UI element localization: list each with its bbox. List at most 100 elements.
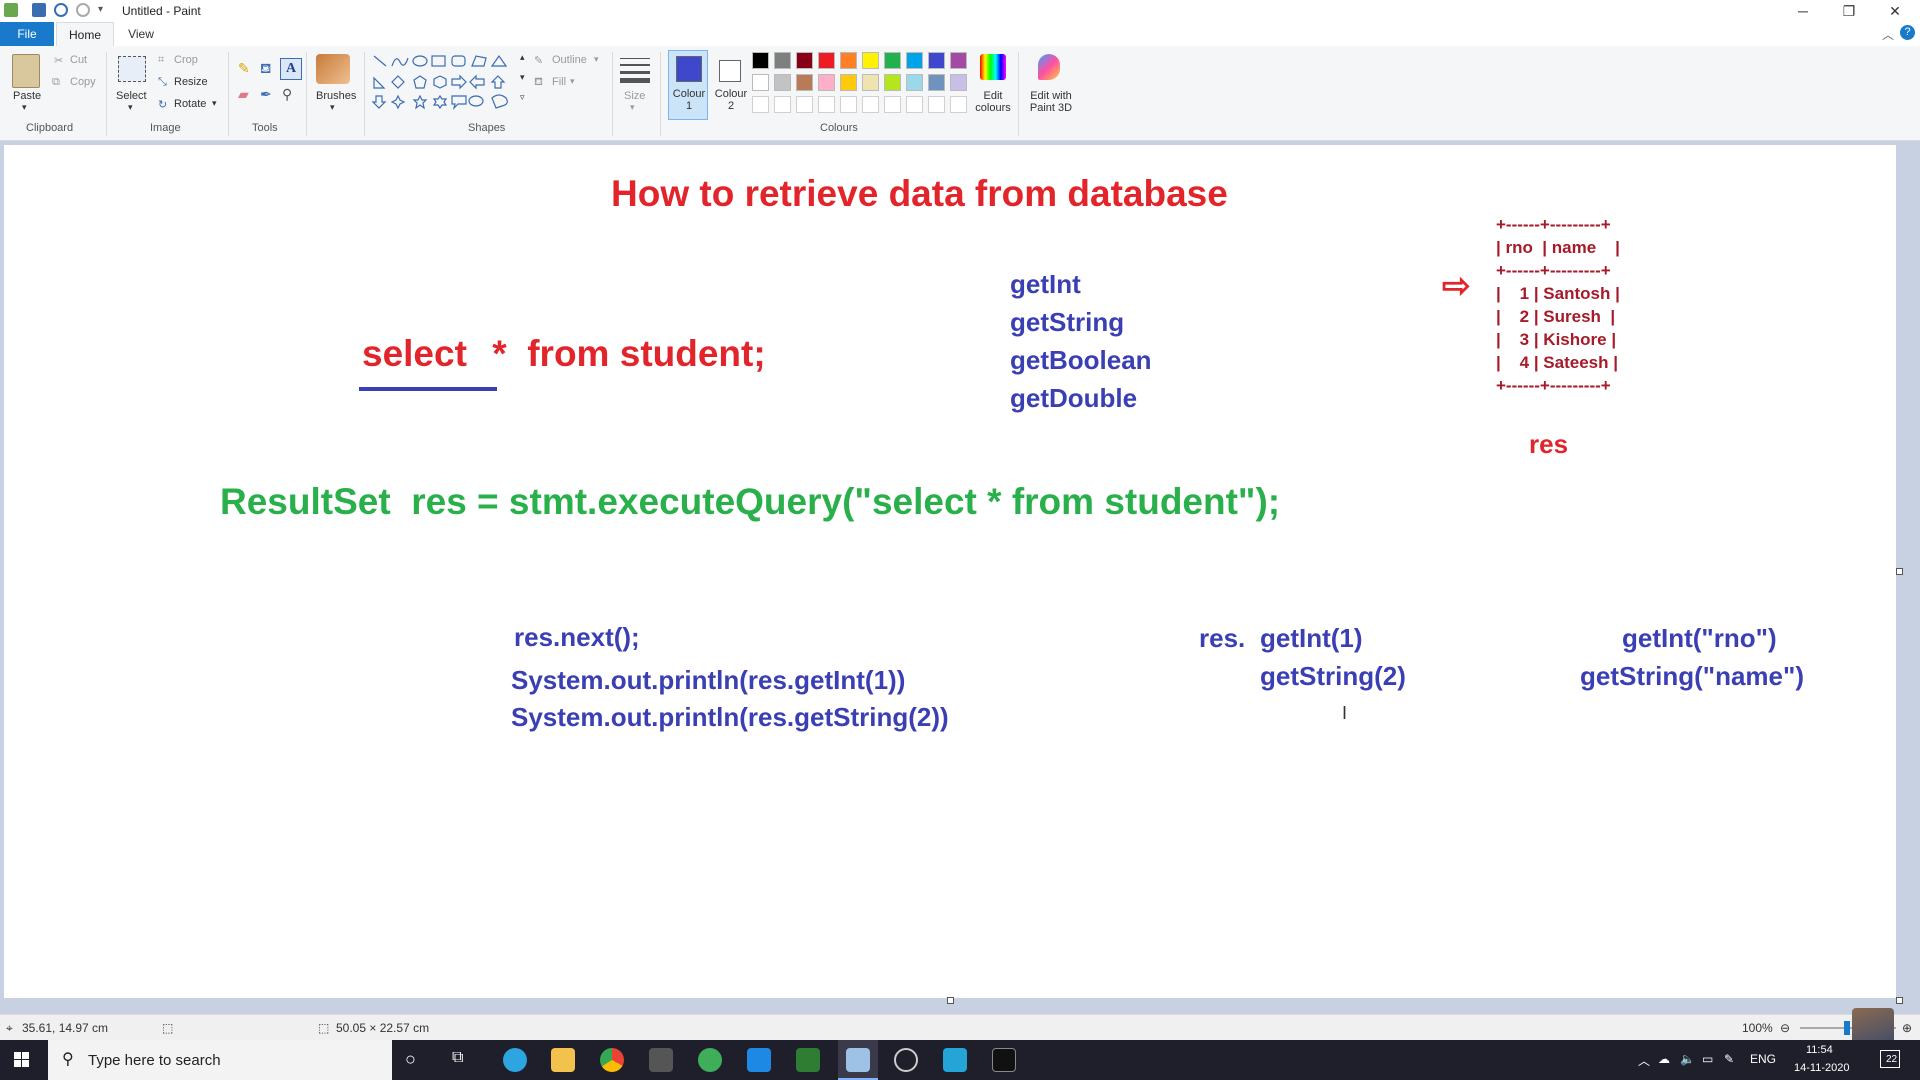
brushes-button[interactable]: Brushes	[316, 90, 356, 102]
palette-swatch[interactable]	[862, 52, 879, 69]
chrome-icon[interactable]	[600, 1048, 624, 1072]
redo-icon[interactable]	[76, 3, 90, 17]
brushes-icon[interactable]	[316, 54, 350, 84]
palette-swatch[interactable]	[862, 74, 879, 91]
empty-palette-swatch[interactable]	[818, 96, 835, 113]
cut-button[interactable]: Cut	[70, 54, 87, 66]
palette-swatch[interactable]	[906, 52, 923, 69]
canvas-resize-handle[interactable]	[1896, 568, 1903, 575]
cortana-icon[interactable]: ○	[405, 1049, 416, 1070]
windows-start-icon[interactable]	[14, 1052, 30, 1068]
select-icon[interactable]	[118, 56, 146, 82]
undo-icon[interactable]	[54, 3, 68, 17]
select-button[interactable]: Select	[116, 90, 147, 102]
palette-swatch[interactable]	[928, 52, 945, 69]
palette-swatch[interactable]	[906, 74, 923, 91]
volume-icon[interactable]: 🔈	[1680, 1052, 1695, 1066]
empty-palette-swatch[interactable]	[796, 96, 813, 113]
palette-swatch[interactable]	[818, 74, 835, 91]
empty-palette-swatch[interactable]	[862, 96, 879, 113]
empty-palette-swatch[interactable]	[840, 96, 857, 113]
minimize-button[interactable]: ─	[1780, 0, 1826, 22]
rotate-dropdown-icon[interactable]: ▾	[212, 98, 217, 109]
zoom-slider-thumb[interactable]	[1844, 1021, 1850, 1035]
select-dropdown-icon[interactable]: ▾	[128, 102, 133, 113]
zoom-in-button[interactable]: ⊕	[1902, 1021, 1912, 1035]
telegram-icon[interactable]	[503, 1048, 527, 1072]
palette-swatch[interactable]	[928, 74, 945, 91]
tab-file[interactable]: File	[0, 22, 54, 46]
palette-swatch[interactable]	[950, 74, 967, 91]
terminal-icon[interactable]	[992, 1048, 1016, 1072]
palette-swatch[interactable]	[818, 52, 835, 69]
paint3d-icon[interactable]	[1038, 54, 1060, 80]
obs-icon[interactable]	[894, 1048, 918, 1072]
palette-swatch[interactable]	[774, 52, 791, 69]
clock-time[interactable]: 11:54	[1806, 1044, 1833, 1056]
empty-palette-swatch[interactable]	[774, 96, 791, 113]
fill-dropdown-icon[interactable]: ▾	[570, 76, 575, 87]
app-icon[interactable]	[943, 1048, 967, 1072]
shapes-gallery-icon[interactable]	[372, 54, 522, 114]
tray-overflow-icon[interactable]: ︿	[1638, 1052, 1650, 1069]
size-dropdown-icon[interactable]: ▾	[630, 102, 635, 113]
palette-swatch[interactable]	[796, 52, 813, 69]
paste-icon[interactable]	[12, 54, 40, 88]
paste-dropdown-icon[interactable]: ▾	[22, 102, 27, 113]
fill-button[interactable]: Fill	[552, 76, 566, 88]
colour2-swatch[interactable]	[719, 60, 741, 82]
outline-dropdown-icon[interactable]: ▾	[594, 54, 599, 65]
network-icon[interactable]: ▭	[1702, 1052, 1713, 1066]
empty-palette-swatch[interactable]	[752, 96, 769, 113]
task-view-icon[interactable]: ⧉	[452, 1049, 463, 1067]
magnifier-icon[interactable]: ⚲	[282, 86, 292, 103]
close-button[interactable]: ✕	[1872, 0, 1918, 22]
palette-swatch[interactable]	[884, 52, 901, 69]
colour-picker-icon[interactable]: ✒	[260, 86, 272, 103]
edit-colours-button[interactable]: Edit colours	[972, 90, 1014, 114]
palette-swatch[interactable]	[752, 52, 769, 69]
eraser-icon[interactable]: ▰	[238, 86, 249, 103]
taskbar-search[interactable]: ⚲ Type here to search	[48, 1040, 392, 1080]
empty-palette-swatch[interactable]	[950, 96, 967, 113]
app-icon[interactable]	[698, 1048, 722, 1072]
minimize-ribbon-icon[interactable]: ︿	[1882, 26, 1894, 43]
zoom-out-button[interactable]: ⊖	[1780, 1021, 1790, 1035]
tab-home[interactable]: Home	[56, 22, 114, 47]
palette-swatch[interactable]	[840, 52, 857, 69]
palette-swatch[interactable]	[774, 74, 791, 91]
empty-palette-swatch[interactable]	[906, 96, 923, 113]
help-icon[interactable]: ?	[1900, 25, 1915, 40]
crop-button[interactable]: Crop	[174, 54, 198, 66]
outline-button[interactable]: Outline	[552, 54, 587, 66]
palette-swatch[interactable]	[840, 74, 857, 91]
edit-with-paint3d-button[interactable]: Edit with Paint 3D	[1024, 90, 1078, 114]
palette-swatch[interactable]	[884, 74, 901, 91]
shapes-scroll-down-icon[interactable]: ▾	[520, 72, 525, 83]
fill-icon[interactable]: ⛾	[260, 60, 271, 79]
restore-button[interactable]: ❐	[1826, 0, 1872, 22]
size-button[interactable]: Size	[624, 90, 645, 102]
shapes-scroll-up-icon[interactable]: ▴	[520, 52, 525, 63]
brushes-dropdown-icon[interactable]: ▾	[330, 102, 335, 113]
pen-icon[interactable]: ✎	[1724, 1052, 1734, 1066]
text-tool-icon[interactable]: A	[280, 58, 302, 80]
store-icon[interactable]	[747, 1048, 771, 1072]
palette-swatch[interactable]	[796, 74, 813, 91]
paint-taskbar-button[interactable]	[838, 1040, 878, 1080]
customize-qat-icon[interactable]: ▾	[98, 3, 112, 17]
pencil-icon[interactable]: ✎	[238, 60, 250, 77]
file-explorer-icon[interactable]	[551, 1048, 575, 1072]
onedrive-icon[interactable]: ☁	[1658, 1052, 1670, 1066]
tab-view[interactable]: View	[116, 22, 166, 46]
rotate-button[interactable]: Rotate	[174, 98, 206, 110]
resize-button[interactable]: Resize	[174, 76, 208, 88]
app-icon[interactable]	[649, 1048, 673, 1072]
palette-swatch[interactable]	[950, 52, 967, 69]
palette-swatch[interactable]	[752, 74, 769, 91]
drawing-canvas[interactable]: How to retrieve data from database selec…	[4, 145, 1896, 998]
clock-date[interactable]: 14-11-2020	[1794, 1062, 1849, 1074]
copy-button[interactable]: Copy	[70, 76, 96, 88]
edit-colours-icon[interactable]	[980, 54, 1006, 80]
colour2-label[interactable]: Colour 2	[712, 88, 750, 112]
